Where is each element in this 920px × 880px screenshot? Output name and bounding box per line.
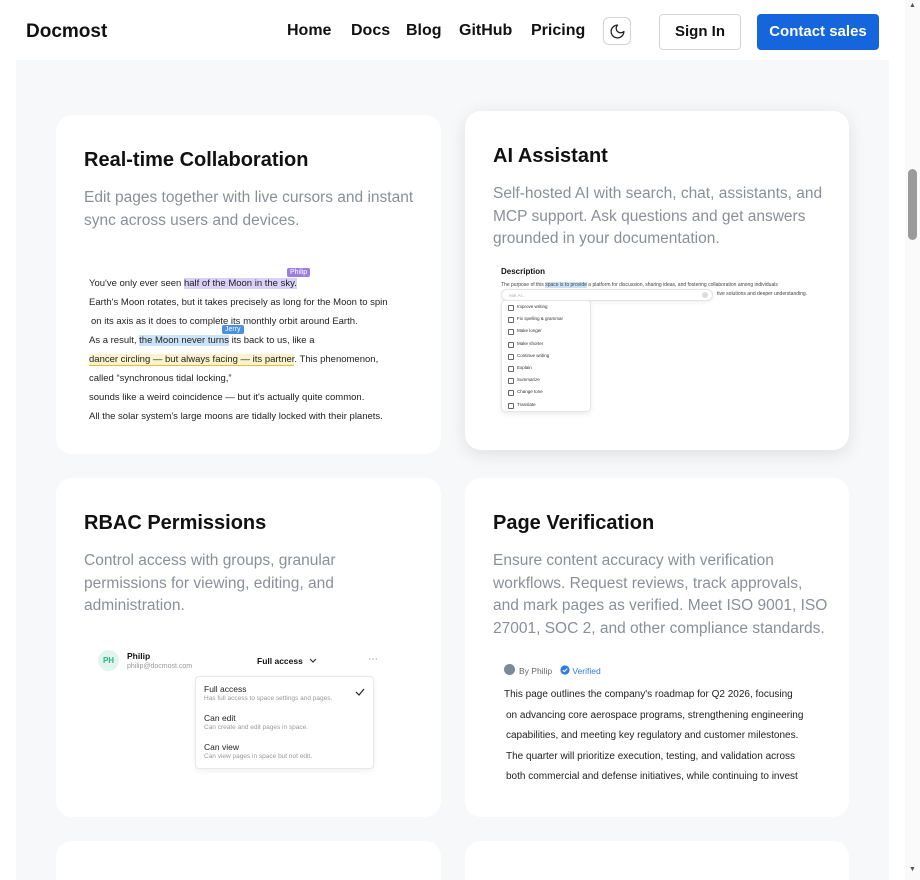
text-line: tive solutions and deeper understanding.	[717, 291, 808, 297]
text-line: called “synchronous tidal locking,”	[89, 373, 232, 384]
verified-icon	[560, 665, 570, 675]
option-description: Can create and edit pages in space.	[204, 724, 309, 731]
menu-item-improve-writing[interactable]: Improve writing	[502, 301, 590, 313]
nav-blog[interactable]: Blog	[406, 22, 442, 40]
role-select-value: Full access	[257, 656, 303, 666]
menu-item-summarize[interactable]: Summarize	[502, 374, 590, 386]
contact-sales-button[interactable]: Contact sales	[757, 14, 879, 50]
option-description: Can view pages in space but not edit.	[204, 753, 313, 760]
text-line: The quarter will prioritize execution, t…	[506, 751, 796, 762]
ai-command-menu: Improve writing Fix spelling & grammar M…	[501, 300, 591, 412]
feature-card-partial	[56, 841, 441, 880]
role-select[interactable]: Full access	[257, 656, 317, 666]
card-title: AI Assistant	[493, 145, 608, 167]
menu-item-fix-spelling[interactable]: Fix spelling & grammar	[502, 313, 590, 325]
highlight-philip: half of the Moon in the sky.	[183, 278, 297, 289]
text-fragment: You've only ever seen	[89, 278, 184, 289]
text-line: sounds like a weird coincidence — but it…	[89, 392, 365, 403]
logo[interactable]: Docmost	[26, 21, 107, 43]
more-options-icon[interactable]: ⋯	[368, 654, 379, 665]
text-line: on advancing core aerospace programs, st…	[506, 710, 804, 721]
card-title: Page Verification	[493, 512, 655, 534]
text-fragment: its back to us, like a	[228, 335, 315, 346]
ai-assistant-preview: Description The purpose of this space is…	[501, 267, 837, 447]
feature-card-rbac: RBAC Permissions Control access with gro…	[56, 478, 441, 817]
nav-github[interactable]: GitHub	[459, 22, 512, 40]
check-icon	[355, 688, 365, 696]
menu-item-continue-writing[interactable]: Continue writing	[502, 350, 590, 362]
card-description: Self-hosted AI with search, chat, assist…	[493, 185, 823, 247]
member-name: Philip	[127, 651, 151, 661]
scroll-down-arrow-icon[interactable]: ▼	[908, 866, 917, 874]
scroll-up-arrow-icon[interactable]: ▲	[908, 2, 917, 10]
member-email: philip@docmost.com	[127, 663, 193, 670]
option-can-view[interactable]: Can view	[204, 742, 239, 752]
moon-icon	[610, 24, 625, 39]
card-title: Real-time Collaboration	[84, 149, 309, 171]
card-description: Ensure content accuracy with verificatio…	[493, 552, 828, 637]
text-fragment: . This phenomenon,	[294, 354, 379, 365]
site-header: Docmost Home Docs Blog GitHub Pricing Si…	[0, 0, 905, 60]
text-line: capabilities, and meeting key regulatory…	[506, 730, 799, 741]
send-icon[interactable]	[702, 292, 708, 298]
chevron-down-icon	[309, 658, 317, 663]
card-description: Control access with groups, granular per…	[84, 552, 336, 614]
feature-card-collaboration: Real-time Collaboration Edit pages toget…	[56, 115, 441, 454]
text-line: All the solar system's large moons are t…	[89, 411, 383, 422]
verified-badge: Verified	[560, 665, 601, 676]
feature-card-ai-assistant: AI Assistant Self-hosted AI with search,…	[465, 111, 849, 450]
text-fragment: The purpose of this	[501, 282, 546, 288]
features-section: Real-time Collaboration Edit pages toget…	[16, 60, 889, 880]
theme-toggle-button[interactable]	[603, 17, 631, 45]
highlight-jerry: the Moon never turns	[139, 335, 229, 346]
cursor-label-philip: Philip	[287, 268, 311, 277]
avatar: PH	[98, 650, 119, 671]
menu-item-make-longer[interactable]: Make longer	[502, 325, 590, 337]
menu-item-explain[interactable]: Explain	[502, 362, 590, 374]
nav-home[interactable]: Home	[287, 22, 331, 40]
cursor-label-jerry: Jerry	[222, 325, 244, 334]
text-line: This page outlines the company's roadmap…	[504, 689, 793, 700]
option-description: Has full access to space settings and pa…	[204, 695, 333, 702]
option-full-access[interactable]: Full access	[204, 684, 247, 694]
text-line: both commercial and defense initiatives,…	[506, 771, 798, 782]
preview-heading: Description	[501, 267, 546, 276]
menu-item-make-shorter[interactable]: Make shorter	[502, 338, 590, 350]
scrollbar-track[interactable]	[905, 0, 920, 880]
nav-docs[interactable]: Docs	[351, 22, 390, 40]
input-placeholder: Ask AI...	[509, 292, 526, 298]
option-can-edit[interactable]: Can edit	[204, 713, 236, 723]
menu-item-change-tone[interactable]: Change tone	[502, 386, 590, 398]
card-description: Edit pages together with live cursors an…	[84, 189, 414, 229]
highlight-comment: dancer circling — but always facing — it…	[89, 354, 295, 366]
selected-text: space is to provide	[545, 282, 587, 288]
verified-label: Verified	[572, 666, 601, 676]
author-avatar	[504, 664, 515, 675]
nav-pricing[interactable]: Pricing	[531, 22, 585, 40]
author-byline: By Philip	[519, 666, 553, 676]
scrollbar-thumb[interactable]	[908, 169, 917, 240]
feature-card-partial	[465, 841, 849, 880]
role-dropdown: Full access Has full access to space set…	[195, 676, 374, 769]
card-title: RBAC Permissions	[84, 512, 267, 534]
text-line: Earth's Moon rotates, but it takes preci…	[89, 297, 388, 308]
sign-in-button[interactable]: Sign In	[659, 14, 741, 50]
menu-item-translate[interactable]: Translate	[502, 399, 590, 411]
text-fragment: a platform for discussion, sharing ideas…	[586, 282, 778, 288]
text-fragment: As a result,	[89, 335, 140, 346]
feature-card-verification: Page Verification Ensure content accurac…	[465, 478, 849, 817]
